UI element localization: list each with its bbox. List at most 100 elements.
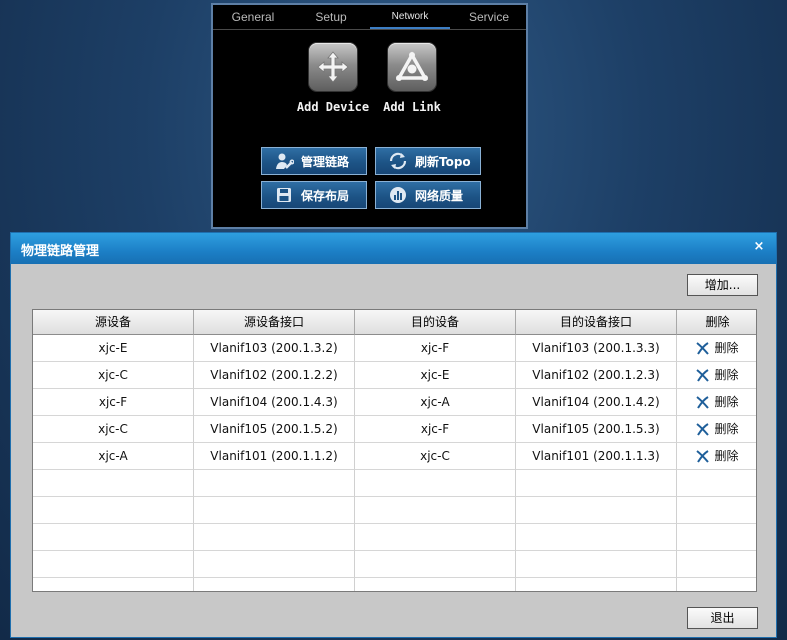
add-link-button[interactable]: Add Link xyxy=(362,43,462,114)
chart-circle-icon xyxy=(388,186,408,204)
triangle-link-icon xyxy=(388,43,436,91)
add-button[interactable]: 增加... xyxy=(687,274,758,296)
empty-cell xyxy=(194,551,355,578)
close-icon[interactable]: × xyxy=(751,239,767,255)
empty-cell xyxy=(516,578,677,591)
exit-button[interactable]: 退出 xyxy=(687,607,758,629)
table-header: 源设备 源设备接口 目的设备 目的设备接口 删除 xyxy=(33,310,756,335)
dialog-title: 物理链路管理 xyxy=(21,244,100,259)
delete-x-icon xyxy=(696,368,710,382)
cell-source-interface: Vlanif101 (200.1.1.2) xyxy=(194,443,355,470)
delete-x-icon xyxy=(696,395,710,409)
delete-label: 删除 xyxy=(714,340,739,355)
empty-table-row xyxy=(33,470,756,497)
cell-dest-device: xjc-A xyxy=(355,389,516,416)
table-row[interactable]: xjc-C Vlanif105 (200.1.5.2) xjc-F Vlanif… xyxy=(33,416,756,443)
empty-cell xyxy=(355,551,516,578)
delete-x-icon xyxy=(696,449,710,463)
refresh-arrows-icon xyxy=(388,152,408,170)
panel-tabs: General Setup Network Service xyxy=(213,5,526,30)
delete-button[interactable]: 删除 xyxy=(677,416,756,443)
table-row[interactable]: xjc-E Vlanif103 (200.1.3.2) xjc-F Vlanif… xyxy=(33,335,756,362)
empty-table-row xyxy=(33,524,756,551)
empty-cell xyxy=(33,524,194,551)
empty-cell xyxy=(194,578,355,591)
move-arrows-icon xyxy=(309,43,357,91)
empty-table-row xyxy=(33,497,756,524)
cell-source-device: xjc-C xyxy=(33,362,194,389)
empty-cell xyxy=(677,551,756,578)
floppy-disk-icon xyxy=(274,186,294,204)
delete-label: 删除 xyxy=(714,421,739,436)
empty-cell xyxy=(516,470,677,497)
empty-cell xyxy=(33,497,194,524)
cell-source-interface: Vlanif104 (200.1.4.3) xyxy=(194,389,355,416)
cell-dest-interface: Vlanif104 (200.1.4.2) xyxy=(516,389,677,416)
cell-source-device: xjc-A xyxy=(33,443,194,470)
cell-source-device: xjc-C xyxy=(33,416,194,443)
tab-general[interactable]: General xyxy=(215,5,291,29)
empty-cell xyxy=(194,524,355,551)
cell-source-interface: Vlanif105 (200.1.5.2) xyxy=(194,416,355,443)
empty-cell xyxy=(677,470,756,497)
cell-dest-device: xjc-E xyxy=(355,362,516,389)
cell-source-device: xjc-F xyxy=(33,389,194,416)
tab-setup[interactable]: Setup xyxy=(293,5,369,29)
empty-cell xyxy=(33,470,194,497)
empty-cell xyxy=(516,497,677,524)
cell-dest-interface: Vlanif103 (200.1.3.3) xyxy=(516,335,677,362)
column-header-delete[interactable]: 删除 xyxy=(677,310,756,335)
empty-cell xyxy=(516,551,677,578)
refresh-topo-button[interactable]: 刷新Topo xyxy=(375,147,481,175)
delete-button[interactable]: 删除 xyxy=(677,362,756,389)
empty-cell xyxy=(355,524,516,551)
manage-links-button[interactable]: 管理链路 xyxy=(261,147,367,175)
column-header-source-device[interactable]: 源设备 xyxy=(33,310,194,335)
empty-cell xyxy=(677,497,756,524)
empty-cell xyxy=(355,497,516,524)
empty-cell xyxy=(677,578,756,591)
column-header-dest-interface[interactable]: 目的设备接口 xyxy=(516,310,677,335)
cell-dest-device: xjc-C xyxy=(355,443,516,470)
delete-x-icon xyxy=(696,341,710,355)
empty-cell xyxy=(33,551,194,578)
empty-cell xyxy=(516,524,677,551)
cell-source-interface: Vlanif103 (200.1.3.2) xyxy=(194,335,355,362)
tab-network[interactable]: Network xyxy=(370,5,450,29)
add-link-label: Add Link xyxy=(383,100,441,114)
delete-label: 删除 xyxy=(714,367,739,382)
dialog-titlebar[interactable]: 物理链路管理 × xyxy=(11,233,776,264)
save-layout-label: 保存布局 xyxy=(301,188,350,203)
delete-label: 删除 xyxy=(714,448,739,463)
manage-links-label: 管理链路 xyxy=(301,154,350,169)
network-quality-label: 网络质量 xyxy=(415,188,464,203)
link-table: 源设备 源设备接口 目的设备 目的设备接口 删除 xjc-E Vlanif103… xyxy=(32,309,757,592)
empty-cell xyxy=(33,578,194,591)
table-row[interactable]: xjc-A Vlanif101 (200.1.1.2) xjc-C Vlanif… xyxy=(33,443,756,470)
delete-button[interactable]: 删除 xyxy=(677,389,756,416)
column-header-dest-device[interactable]: 目的设备 xyxy=(355,310,516,335)
cell-dest-interface: Vlanif101 (200.1.1.3) xyxy=(516,443,677,470)
user-wrench-icon xyxy=(274,152,294,170)
table-row[interactable]: xjc-C Vlanif102 (200.1.2.2) xjc-E Vlanif… xyxy=(33,362,756,389)
empty-table-row xyxy=(33,551,756,578)
empty-table-row xyxy=(33,578,756,591)
tab-service[interactable]: Service xyxy=(451,5,527,29)
empty-cell xyxy=(677,524,756,551)
save-layout-button[interactable]: 保存布局 xyxy=(261,181,367,209)
empty-cell xyxy=(194,497,355,524)
delete-button[interactable]: 删除 xyxy=(677,443,756,470)
delete-label: 删除 xyxy=(714,394,739,409)
cell-dest-device: xjc-F xyxy=(355,335,516,362)
cell-dest-interface: Vlanif105 (200.1.5.3) xyxy=(516,416,677,443)
network-quality-button[interactable]: 网络质量 xyxy=(375,181,481,209)
refresh-topo-label: 刷新Topo xyxy=(415,154,471,169)
empty-cell xyxy=(194,470,355,497)
cell-source-device: xjc-E xyxy=(33,335,194,362)
cell-source-interface: Vlanif102 (200.1.2.2) xyxy=(194,362,355,389)
column-header-source-interface[interactable]: 源设备接口 xyxy=(194,310,355,335)
delete-x-icon xyxy=(696,422,710,436)
network-tool-panel: General Setup Network Service Add Device… xyxy=(211,3,528,229)
table-row[interactable]: xjc-F Vlanif104 (200.1.4.3) xjc-A Vlanif… xyxy=(33,389,756,416)
delete-button[interactable]: 删除 xyxy=(677,335,756,362)
